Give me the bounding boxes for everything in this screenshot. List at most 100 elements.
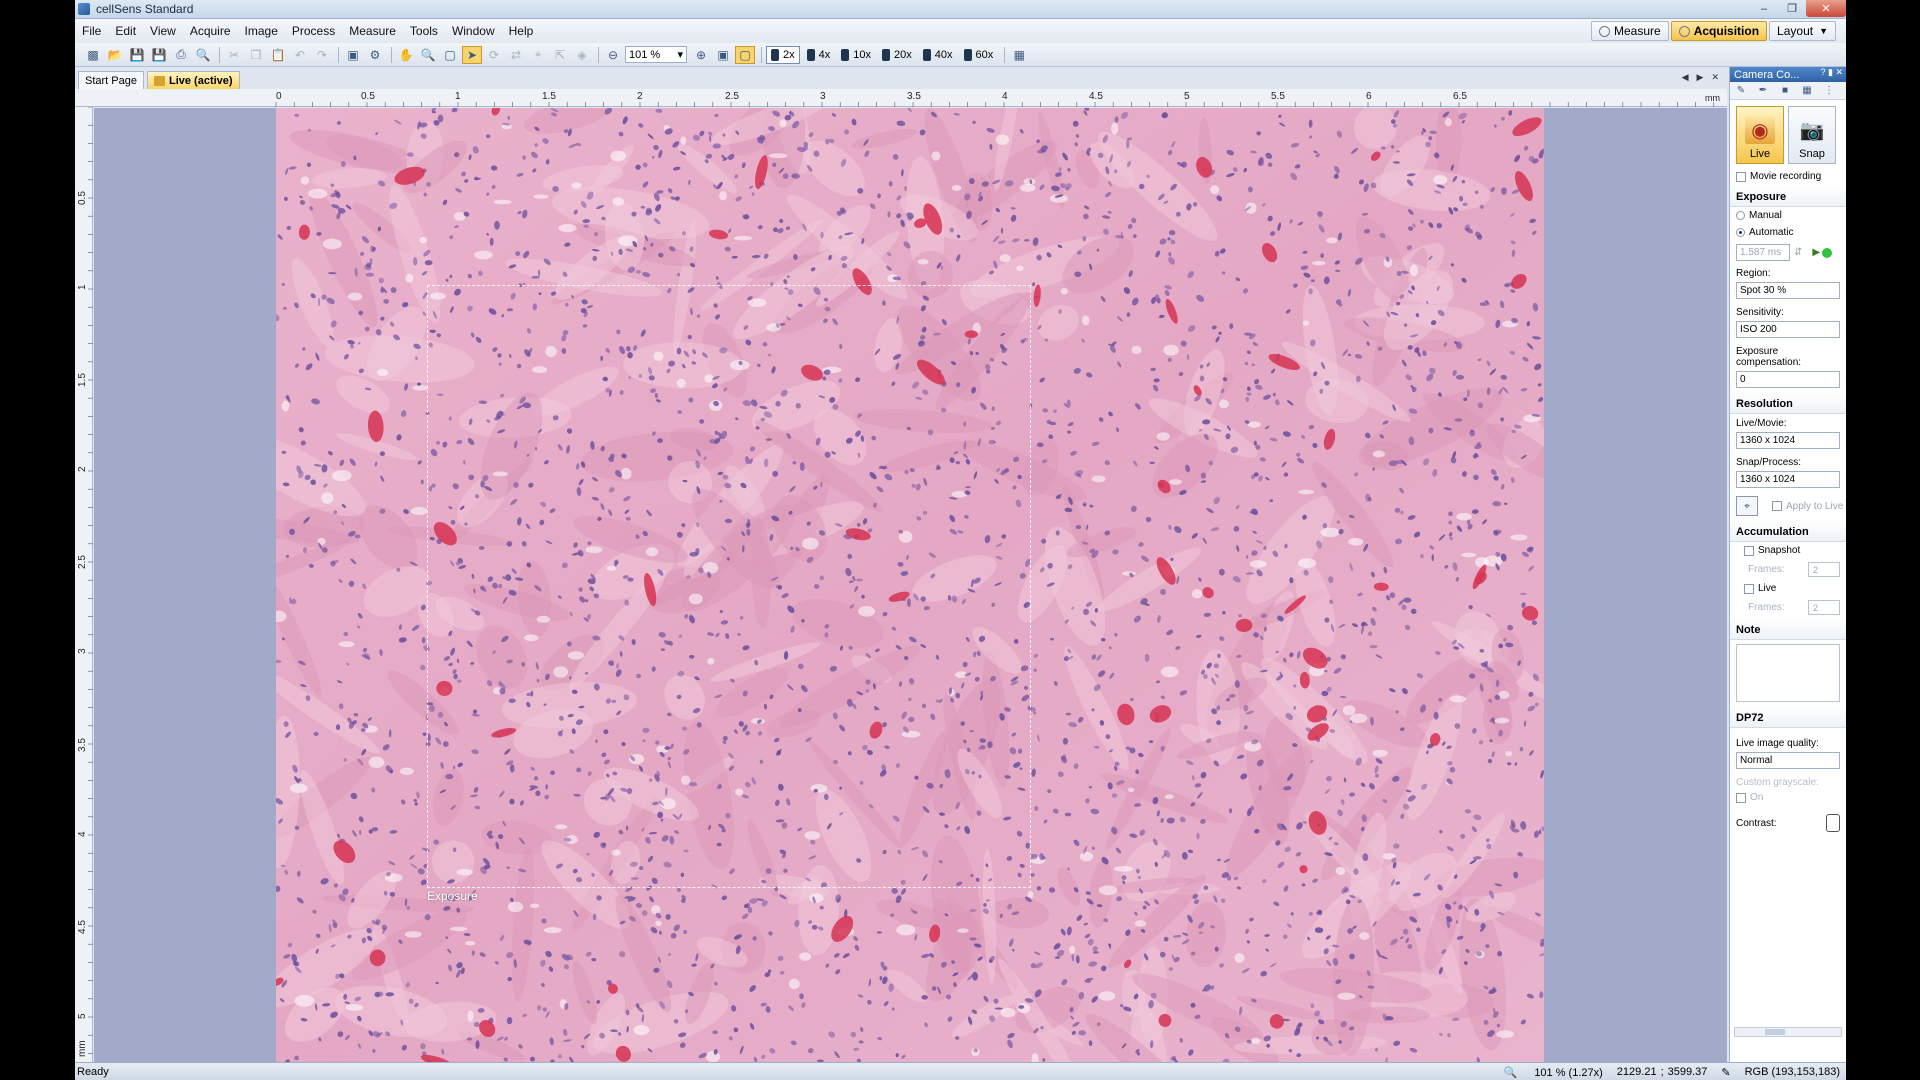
layout-measure-tab[interactable]: Measure [1591, 21, 1669, 41]
exposure-automatic-row[interactable]: Automatic [1730, 224, 1846, 241]
edit-settings-icon[interactable]: ✎ [1734, 85, 1748, 97]
grayscale-on-checkbox[interactable] [1736, 792, 1746, 803]
objective-2x-button[interactable]: 2x [766, 45, 800, 64]
zoom-select[interactable]: 101 % ▾ [625, 46, 687, 63]
zoom-in-icon[interactable]: ⊕ [691, 46, 711, 64]
fit-image-icon[interactable]: ▢ [735, 45, 755, 64]
calibration-icon[interactable]: ▦ [1009, 46, 1029, 64]
restore-button[interactable]: ❐ [1778, 0, 1806, 17]
redo-icon[interactable]: ↷ [312, 46, 332, 64]
manual-radio[interactable] [1736, 211, 1745, 220]
snapshot-row[interactable]: Snapshot [1730, 542, 1846, 559]
note-textarea[interactable] [1736, 644, 1840, 702]
minimize-button[interactable]: – [1750, 0, 1778, 17]
undo-icon[interactable]: ↶ [290, 46, 310, 64]
camera-model-title[interactable]: DP72 [1730, 706, 1846, 728]
menu-acquire[interactable]: Acquire [183, 24, 238, 38]
live-button[interactable]: ◉ Live [1736, 106, 1784, 164]
menu-view[interactable]: View [143, 24, 183, 38]
play-icon[interactable]: ▶ [1812, 247, 1820, 258]
fit-to-window-icon[interactable]: ▣ [713, 46, 733, 64]
open-folder-icon[interactable]: 📂 [105, 46, 125, 64]
menu-window[interactable]: Window [445, 24, 502, 38]
exposure-time-field[interactable]: 1.587 ms [1736, 244, 1790, 261]
image-canvas[interactable]: Exposure [94, 108, 1727, 1062]
print-preview-icon[interactable]: 🔍 [193, 46, 213, 64]
paste-icon[interactable]: 📋 [268, 46, 288, 64]
objective-4x-button[interactable]: 4x [803, 46, 835, 64]
exposure-compensation-field[interactable]: 0 [1736, 371, 1840, 388]
resolution-section-title[interactable]: Resolution [1730, 392, 1846, 414]
save-icon[interactable]: 💾 [127, 46, 147, 64]
adjust-icon[interactable]: ⚙ [365, 46, 385, 64]
tab-start-page[interactable]: Start Page [78, 71, 144, 89]
movie-recording-row[interactable]: Movie recording [1730, 168, 1846, 185]
automatic-radio[interactable] [1736, 228, 1745, 237]
menu-image[interactable]: Image [238, 24, 285, 38]
live-frames-field[interactable]: 2 [1808, 600, 1840, 615]
snapshot-checkbox[interactable] [1744, 545, 1754, 556]
pin-icon[interactable]: ▮ [1828, 67, 1833, 77]
options-icon[interactable]: ⋮ [1822, 85, 1836, 97]
menu-file[interactable]: File [75, 24, 108, 38]
accumulation-section-title[interactable]: Accumulation [1730, 520, 1846, 542]
scrollbar-thumb[interactable] [1765, 1029, 1785, 1035]
save-all-icon[interactable]: 💾 [149, 46, 169, 64]
objective-10x-button[interactable]: 10x [837, 46, 875, 64]
panel-scrollbar[interactable] [1734, 1027, 1842, 1037]
sensitivity-select[interactable]: ISO 200 [1736, 321, 1840, 338]
tab-close-icon[interactable]: ✕ [1711, 72, 1719, 83]
pointer-icon[interactable]: ➤ [462, 45, 482, 64]
crop-region-icon[interactable]: ⌖ [1736, 496, 1758, 516]
filter-icon[interactable]: ◈ [572, 46, 592, 64]
tab-prev-icon[interactable]: ◀ [1682, 72, 1689, 83]
acquire-icon[interactable]: ▩ [83, 46, 103, 64]
menu-tools[interactable]: Tools [403, 24, 445, 38]
exposure-region-frame[interactable] [427, 285, 1031, 888]
select-rect-icon[interactable]: ▢ [440, 46, 460, 64]
snapshot-frames-field[interactable]: 2 [1808, 562, 1840, 577]
pan-hand-icon[interactable]: ✋ [396, 46, 416, 64]
live-accumulation-row[interactable]: Live [1730, 580, 1846, 597]
snap-button[interactable]: 📷 Snap [1788, 106, 1836, 164]
spin-icon[interactable]: ⇵ [1794, 247, 1802, 258]
zoom-tool-icon[interactable]: 🔍 [418, 46, 438, 64]
tab-live-active[interactable]: Live (active) [146, 71, 240, 89]
objective-40x-button[interactable]: 40x [919, 46, 957, 64]
objective-60x-button[interactable]: 60x [960, 46, 998, 64]
live-image-quality-select[interactable]: Normal [1736, 752, 1840, 769]
menu-edit[interactable]: Edit [108, 24, 143, 38]
histogram-icon[interactable]: ▦ [1800, 85, 1814, 97]
objective-20x-button[interactable]: 20x [878, 46, 916, 64]
movie-recording-checkbox[interactable] [1736, 171, 1746, 182]
cut-icon[interactable]: ✂ [224, 46, 244, 64]
print-icon[interactable]: ⎙ [171, 46, 191, 64]
exposure-manual-row[interactable]: Manual [1730, 207, 1846, 224]
rotate-icon[interactable]: ⟳ [484, 46, 504, 64]
close-icon[interactable]: ✕ [1835, 67, 1843, 77]
pen-icon[interactable]: ✒ [1756, 85, 1770, 97]
color-icon[interactable]: ■ [1778, 85, 1792, 97]
region-select[interactable]: Spot 30 % [1736, 282, 1840, 299]
crop-icon[interactable]: ⌖ [528, 46, 548, 64]
camera-settings-icon[interactable]: ▣ [343, 46, 363, 64]
flip-icon[interactable]: ⇄ [506, 46, 526, 64]
layout-dropdown[interactable]: Layout ▼ [1769, 21, 1836, 41]
layout-acquisition-tab[interactable]: Acquisition [1670, 21, 1768, 41]
menu-process[interactable]: Process [285, 24, 342, 38]
copy-icon[interactable]: ❐ [246, 46, 266, 64]
contrast-control[interactable] [1826, 814, 1840, 832]
resize-icon[interactable]: ⇱ [550, 46, 570, 64]
menu-measure[interactable]: Measure [342, 24, 403, 38]
zoom-out-icon[interactable]: ⊖ [603, 46, 623, 64]
snap-resolution-select[interactable]: 1360 x 1024 [1736, 471, 1840, 488]
apply-to-live-checkbox[interactable] [1772, 501, 1782, 511]
live-resolution-select[interactable]: 1360 x 1024 [1736, 432, 1840, 449]
tab-next-icon[interactable]: ▶ [1697, 72, 1704, 83]
exposure-section-title[interactable]: Exposure [1730, 185, 1846, 207]
menu-help[interactable]: Help [502, 24, 541, 38]
note-section-title[interactable]: Note [1730, 618, 1846, 640]
help-icon[interactable]: ? [1820, 67, 1825, 77]
live-accumulation-checkbox[interactable] [1744, 583, 1754, 594]
close-button[interactable]: ✕ [1806, 0, 1846, 17]
